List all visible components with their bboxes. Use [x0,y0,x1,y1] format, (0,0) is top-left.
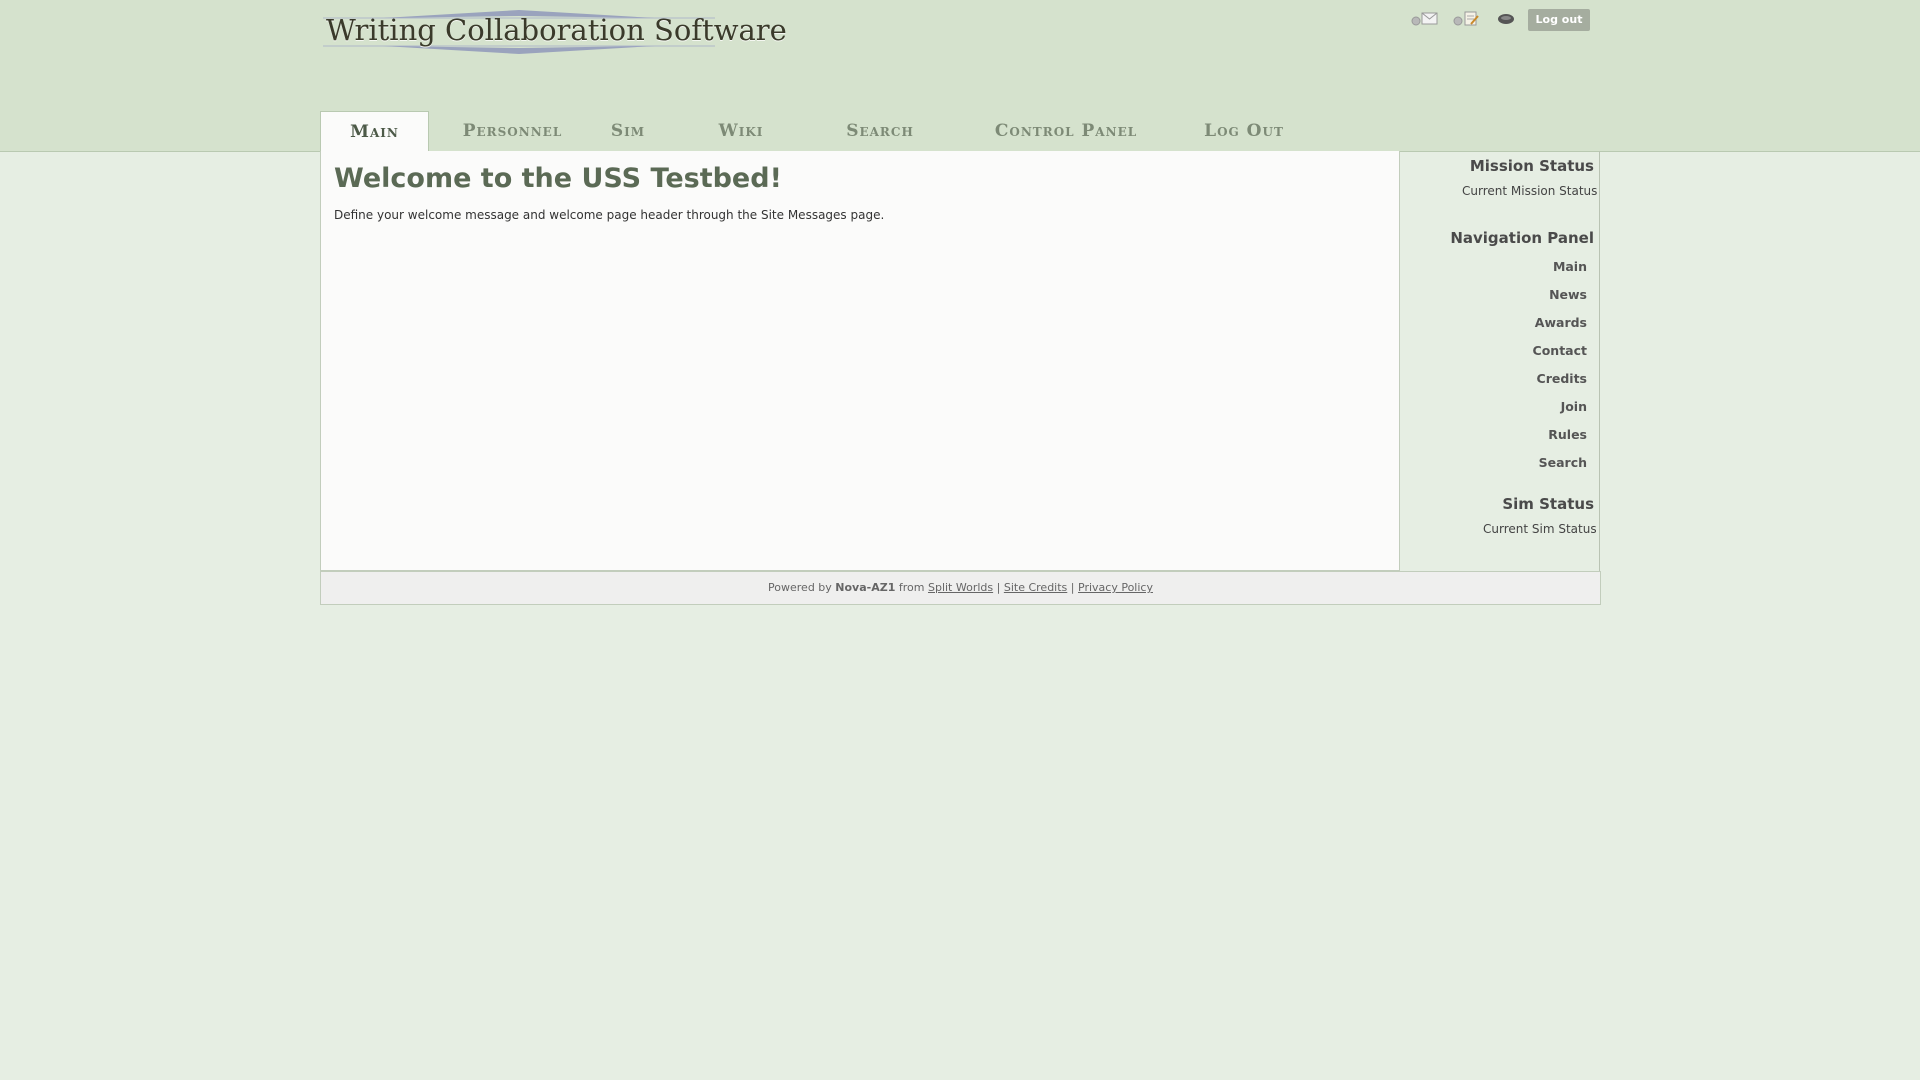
footer-separator: | [996,581,1001,594]
current-sim-status-text: Current Sim Status [1483,522,1597,536]
sidebar-item-search[interactable]: Search [1539,455,1587,470]
mission-status-heading: Mission Status [1469,157,1594,175]
tab-sim[interactable]: Sim [598,111,658,151]
logout-button[interactable]: Log out [1528,9,1590,31]
sidebar-item-news[interactable]: News [1549,287,1587,302]
sidebar-item-credits[interactable]: Credits [1537,371,1587,386]
split-worlds-link[interactable]: Split Worlds [928,581,993,594]
page-description: Define your welcome message and welcome … [334,208,885,222]
tab-log-out[interactable]: Log Out [1182,111,1306,151]
tab-wiki[interactable]: Wiki [706,111,776,151]
site-footer: Powered by Nova-AZ1 from Split Worlds | … [320,571,1601,605]
footer-powered-by: Powered by [768,581,832,594]
logo-text: Writing Collaboration Software [326,13,787,47]
sim-status-heading: Sim Status [1502,495,1594,513]
main-content: Welcome to the USS Testbed! Define your … [320,151,1400,571]
footer-from: from [898,581,925,594]
footer-separator: | [1070,581,1075,594]
tab-main[interactable]: Main [320,111,429,153]
sidebar-item-rules[interactable]: Rules [1548,427,1587,442]
site-logo[interactable]: Writing Collaboration Software [323,6,787,56]
privacy-policy-link[interactable]: Privacy Policy [1078,581,1153,594]
user-status-icon[interactable] [1497,10,1517,32]
current-mission-status-text: Current Mission Status [1462,184,1598,198]
tab-control-panel[interactable]: Control Panel [976,111,1156,151]
notes-icon[interactable] [1453,10,1483,32]
site-credits-link[interactable]: Site Credits [1004,581,1067,594]
navigation-panel-heading: Navigation Panel [1450,229,1594,247]
mail-icon[interactable] [1411,10,1441,32]
site-header: Writing Collaboration Software Log out [0,0,1920,152]
tab-personnel[interactable]: Personnel [450,111,575,151]
tab-search[interactable]: Search [822,111,938,151]
page-title: Welcome to the USS Testbed! [334,163,782,194]
sidebar-item-contact[interactable]: Contact [1533,343,1587,358]
sidebar-item-join[interactable]: Join [1561,399,1587,414]
sidebar-item-awards[interactable]: Awards [1535,315,1587,330]
sidebar-item-main[interactable]: Main [1553,259,1587,274]
footer-product-name: Nova-AZ1 [835,581,896,594]
